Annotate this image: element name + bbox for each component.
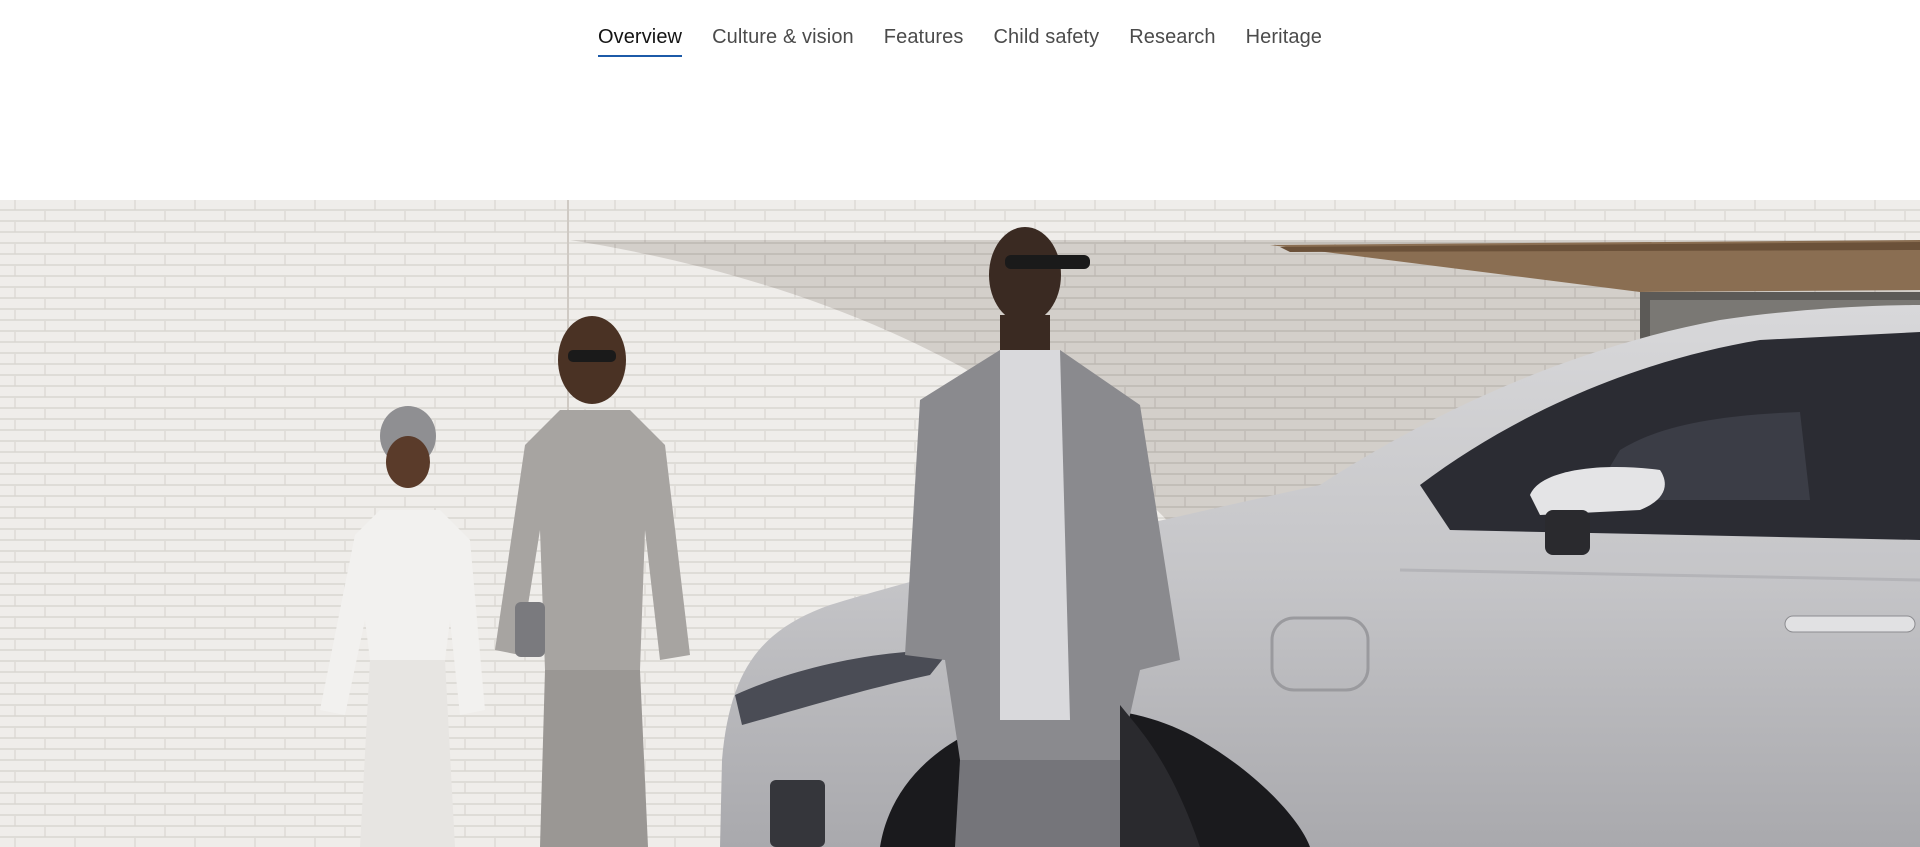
hero-image xyxy=(0,200,1920,847)
tab-heritage[interactable]: Heritage xyxy=(1246,26,1322,57)
tab-child-safety[interactable]: Child safety xyxy=(994,26,1100,57)
tab-features[interactable]: Features xyxy=(884,26,964,57)
sub-navigation: Overview Culture & vision Features Child… xyxy=(0,0,1920,78)
tab-culture-vision[interactable]: Culture & vision xyxy=(712,26,854,57)
subnav-list: Overview Culture & vision Features Child… xyxy=(597,26,1322,57)
hero-illustration xyxy=(0,200,1920,847)
tab-overview[interactable]: Overview xyxy=(597,26,683,57)
tab-research[interactable]: Research xyxy=(1129,26,1215,57)
